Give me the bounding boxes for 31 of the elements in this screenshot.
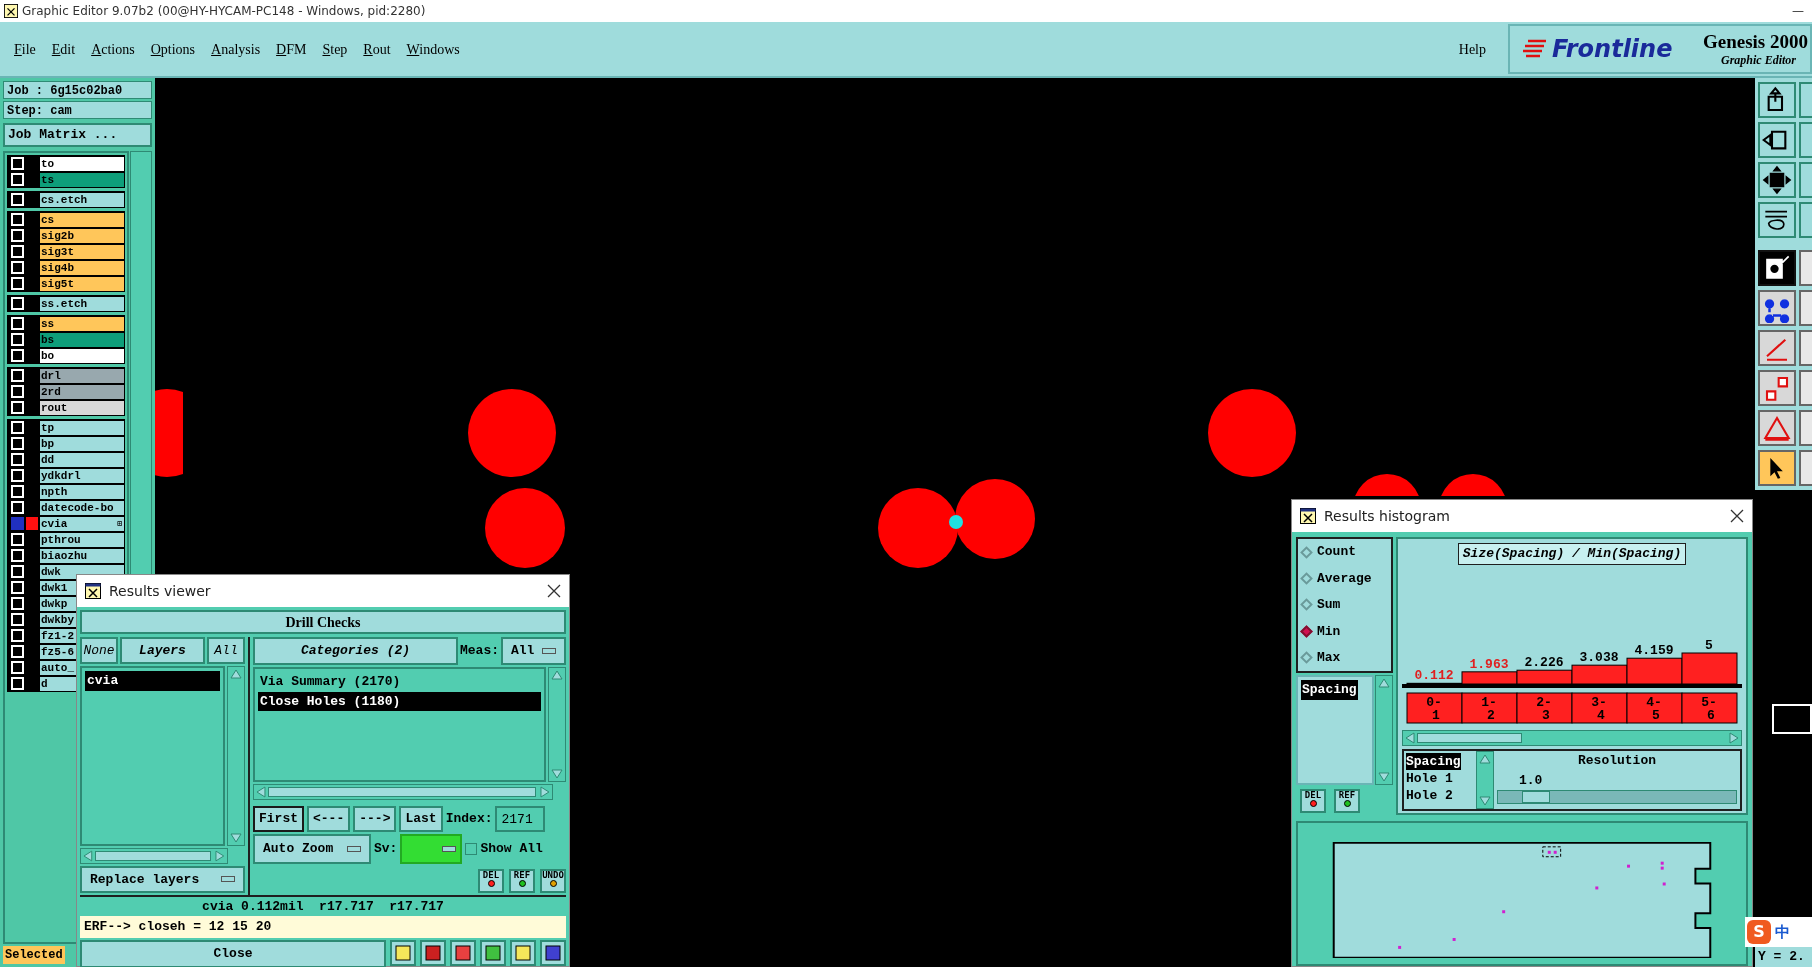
ime-mode: 中 <box>1775 921 1790 943</box>
bar-value-label: 4.159 <box>1634 643 1674 659</box>
section-heading: Drill Checks <box>80 610 566 634</box>
window-title: Results histogram <box>1324 506 1451 526</box>
x-tick-label: 5-6 <box>1701 695 1717 724</box>
step-name: Step: cam <box>3 101 152 119</box>
resolution-label: Resolution <box>1578 752 1656 771</box>
brand-logo: Frontline <box>1552 34 1673 65</box>
x-tick-label: 1-2 <box>1481 695 1497 724</box>
window-title: Graphic Editor 9.07b2 (00@HY-HYCAM-PC148 - Windows, pid:2280) <box>22 3 427 20</box>
job-name: Job : 6g15c02ba0 <box>3 81 152 99</box>
x-tick-label: 2-3 <box>1536 695 1552 724</box>
bar-value-label: 3.038 <box>1579 650 1619 666</box>
product-name: Genesis 2000 <box>1702 29 1808 54</box>
x-tick-label: 3-4 <box>1591 695 1607 724</box>
bar-value-label: 0.112 <box>1414 668 1454 684</box>
x-tick-label: 0-1 <box>1426 695 1442 724</box>
index-label: Index: <box>445 810 493 829</box>
meas-label: Meas: <box>460 642 499 661</box>
product-subtitle: Graphic Editor <box>1721 53 1797 69</box>
sv-label: Sv: <box>374 840 398 859</box>
selection-status: Selected <box>3 946 65 964</box>
chart-title: Size(Spacing) / Min(Spacing) <box>1457 543 1687 565</box>
bar-value-label: 5 <box>1705 638 1713 654</box>
window-title: Results viewer <box>109 581 212 601</box>
bar-value-label: 2.226 <box>1524 655 1564 671</box>
coordinate-readout: Y = 2. <box>1755 947 1812 967</box>
ime-logo: S <box>1747 920 1771 944</box>
resolution-value: 1.0 <box>1519 771 1544 790</box>
bar-value-label: 1.963 <box>1469 657 1509 672</box>
x-tick-label: 4-5 <box>1646 695 1662 724</box>
